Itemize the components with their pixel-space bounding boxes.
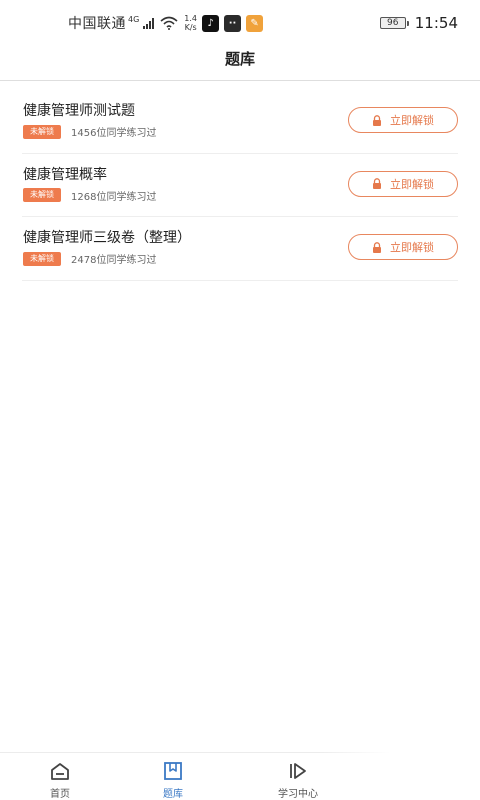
- lock-icon: [373, 241, 381, 253]
- practice-count: 1268位同学练习过: [71, 191, 157, 203]
- unlock-button[interactable]: 立即解锁: [348, 234, 458, 260]
- speed-value: 1.4: [184, 14, 198, 23]
- locked-badge: 未解锁: [23, 251, 61, 266]
- unlock-button-label: 立即解锁: [390, 177, 434, 191]
- battery-icon: 96: [379, 17, 409, 29]
- clock: 11:54: [414, 14, 458, 32]
- speed-unit: K/s: [184, 23, 197, 32]
- tabbar-fade-overlay: [318, 752, 480, 800]
- lock-icon: [373, 178, 381, 189]
- app-notification-icon: ··: [224, 14, 242, 32]
- battery-level: 96: [379, 17, 406, 29]
- network-speed: 1.4 K/s: [184, 14, 197, 32]
- item-title: 健康管理概率: [23, 166, 107, 183]
- unlock-button[interactable]: 立即解锁: [348, 107, 458, 133]
- practice-count: 2478位同学练习过: [71, 255, 157, 266]
- home-icon: [51, 763, 69, 780]
- wifi-icon: [160, 16, 178, 30]
- unlock-button-label: 立即解锁: [390, 241, 434, 254]
- practice-count: 1456位同学练习过: [71, 128, 157, 139]
- locked-badge: 未解锁: [23, 124, 61, 139]
- item-meta: 未解锁 1456位同学练习过: [23, 124, 156, 139]
- item-meta: 未解锁 1268位同学练习过: [23, 188, 156, 203]
- question-bank-list: 健康管理师测试题 未解锁 1456位同学练习过 立即解锁 健康管理概率 未解锁 …: [22, 90, 458, 281]
- item-meta: 未解锁 2478位同学练习过: [23, 251, 156, 266]
- tab-home-label: 首页: [50, 789, 70, 800]
- item-title: 健康管理师测试题: [23, 103, 135, 119]
- list-item[interactable]: 健康管理师三级卷（整理） 未解锁 2478位同学练习过 立即解锁: [22, 217, 458, 281]
- status-bar: 中国联通 4G 1.4 K/s ♪ ·· ✎ 96 11:54: [0, 0, 480, 46]
- tab-study-center-label: 学习中心: [278, 789, 318, 800]
- item-title: 健康管理师三级卷（整理）: [23, 230, 191, 246]
- play-icon: [290, 763, 306, 779]
- signal-icon: [143, 17, 155, 29]
- carrier-label: 中国联通: [68, 16, 126, 32]
- network-type-label: 4G: [128, 14, 140, 24]
- orange-app-notification-icon: ✎: [246, 14, 264, 32]
- unlock-button[interactable]: 立即解锁: [348, 170, 458, 197]
- header-divider: [0, 80, 480, 81]
- tab-question-bank[interactable]: 题库: [133, 761, 213, 800]
- lock-icon: [373, 114, 381, 126]
- book-icon: [164, 762, 182, 780]
- locked-badge: 未解锁: [23, 188, 61, 202]
- unlock-button-label: 立即解锁: [390, 114, 434, 127]
- tab-home[interactable]: 首页: [20, 761, 100, 800]
- list-item[interactable]: 健康管理师测试题 未解锁 1456位同学练习过 立即解锁: [22, 90, 458, 154]
- tab-question-bank-label: 题库: [163, 789, 183, 800]
- tiktok-notification-icon: ♪: [202, 14, 220, 32]
- list-item[interactable]: 健康管理概率 未解锁 1268位同学练习过 立即解锁: [22, 154, 458, 217]
- page-title: 题库: [224, 50, 255, 68]
